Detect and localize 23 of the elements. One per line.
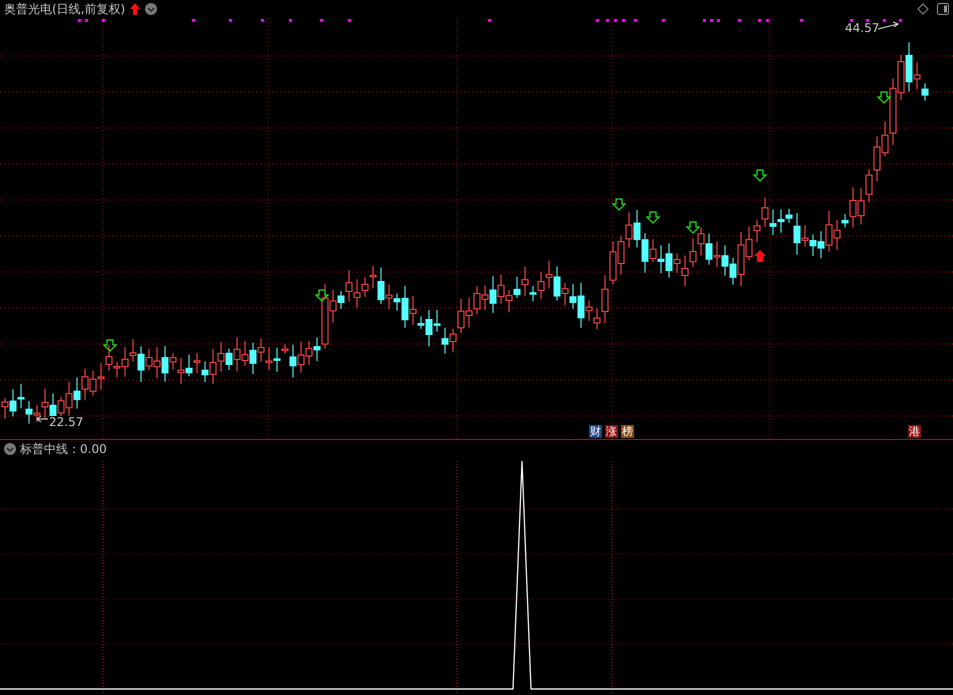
down-arrow-icon [876, 91, 892, 104]
low-pointer-arrow [36, 416, 48, 422]
down-arrow-icon [314, 289, 330, 302]
up-arrow-icon [129, 3, 142, 15]
indicator-label: 标普中线：0.00 [20, 443, 107, 455]
diamond-icon[interactable] [917, 3, 929, 15]
high-pointer-arrow [878, 22, 900, 30]
down-arrow-icon [646, 211, 660, 224]
panel-toggle-icon[interactable] [937, 3, 949, 15]
chevron-down-icon[interactable] [4, 443, 16, 455]
chevron-down-icon[interactable] [145, 3, 158, 15]
down-arrow-icon [102, 339, 118, 352]
event-badge[interactable]: 港 [908, 425, 921, 438]
up-arrow-icon [754, 250, 766, 262]
chart-title: 奥普光电(日线,前复权) [4, 3, 126, 15]
down-arrow-icon [752, 169, 768, 182]
event-badge[interactable]: 榜 [621, 425, 634, 438]
down-arrow-icon [686, 221, 700, 234]
low-price-label: 22.57 [49, 416, 84, 428]
down-arrow-icon [612, 198, 626, 211]
event-badge[interactable]: 涨 [605, 425, 618, 438]
high-price-label: 44.57 [845, 22, 880, 34]
event-badge[interactable]: 财 [589, 425, 602, 438]
